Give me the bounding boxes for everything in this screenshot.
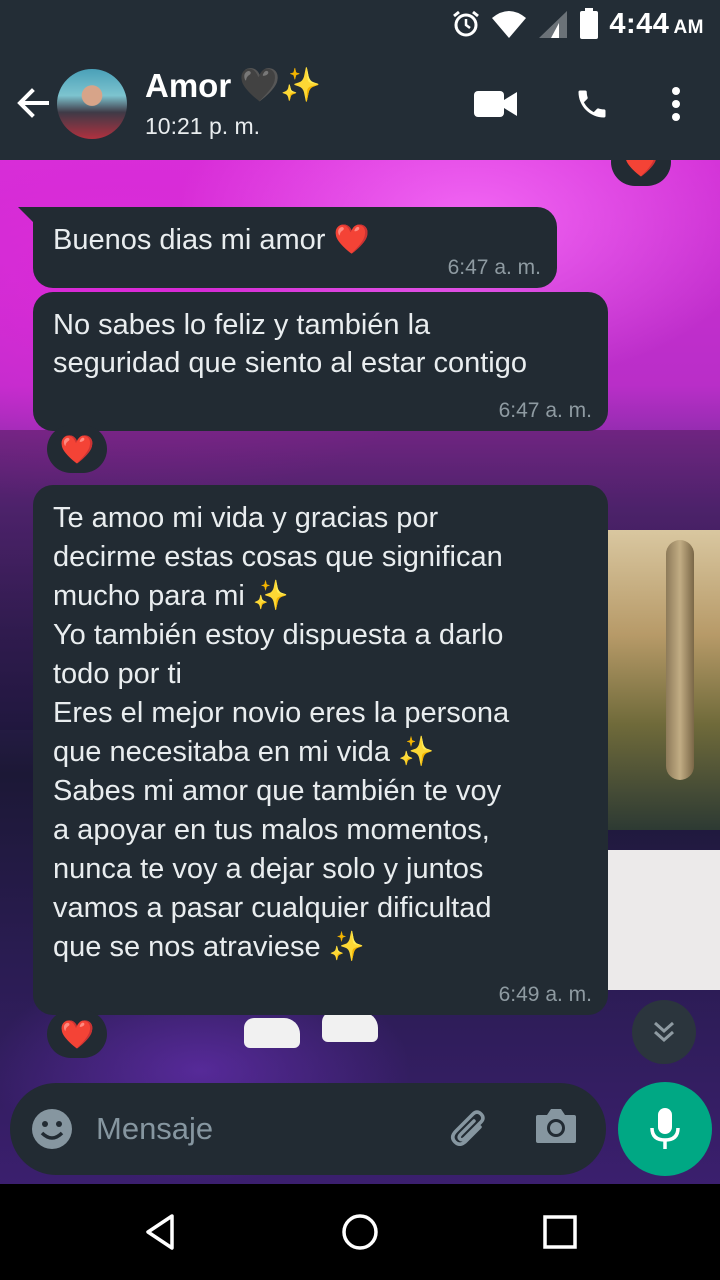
alarm-icon — [453, 10, 480, 37]
video-call-button[interactable] — [472, 80, 520, 128]
status-bar: 4:44 AM — [0, 0, 720, 48]
voice-record-button[interactable] — [618, 1082, 712, 1176]
more-options-button[interactable] — [652, 80, 700, 128]
wallpaper-sneaker — [244, 1018, 300, 1048]
back-button[interactable] — [12, 82, 54, 124]
signal-icon — [539, 11, 568, 38]
wallpaper-sneaker — [322, 1012, 378, 1042]
battery-icon — [580, 8, 599, 39]
wifi-icon — [492, 11, 527, 38]
reaction-emoji: ❤️ — [59, 1018, 95, 1050]
emoji-icon — [32, 1109, 72, 1149]
nav-back-icon — [146, 1214, 174, 1250]
mic-icon — [650, 1108, 680, 1149]
phone-icon — [578, 90, 606, 118]
reaction-emoji: ❤️ — [59, 433, 95, 465]
message-text: Te amoo mi vida y gracias por decirme es… — [53, 502, 510, 963]
voice-call-button[interactable] — [568, 80, 616, 128]
attach-icon — [451, 1110, 485, 1146]
last-seen: 10:21 p. m. — [145, 113, 261, 139]
nav-back-button[interactable] — [136, 1208, 184, 1256]
reaction-badge[interactable]: ❤️ — [47, 425, 107, 473]
double-chevron-down-icon — [654, 1021, 674, 1043]
contact-name-emojis: 🖤✨ — [239, 66, 322, 103]
message-composer — [10, 1083, 606, 1175]
reaction-badge[interactable]: ❤️ — [47, 1010, 107, 1058]
message-text: No sabes lo feliz y también la seguridad… — [53, 309, 527, 379]
message-time: 6:47 a. m. — [498, 399, 592, 422]
reaction-emoji: ❤️ — [623, 160, 659, 178]
back-arrow-icon — [17, 88, 49, 118]
message-text: Buenos dias mi amor ❤️ — [53, 224, 370, 256]
wallpaper-palm — [666, 540, 694, 780]
more-vert-icon — [672, 87, 680, 121]
status-icons: 4:44 AM — [451, 6, 704, 42]
clock-time: 4:44 — [609, 7, 670, 40]
bubble-tail — [18, 207, 34, 223]
nav-recents-icon — [543, 1215, 577, 1249]
message-bubble[interactable]: No sabes lo feliz y también la seguridad… — [33, 292, 608, 431]
camera-icon — [536, 1109, 576, 1143]
nav-recents-button[interactable] — [536, 1208, 584, 1256]
message-bubble[interactable]: Te amoo mi vida y gracias por decirme es… — [33, 485, 608, 1015]
message-bubble[interactable]: Buenos dias mi amor ❤️ 6:47 a. m. — [33, 207, 557, 288]
contact-avatar[interactable] — [57, 69, 127, 139]
message-time: 6:49 a. m. — [498, 983, 592, 1006]
chat-area[interactable]: ❤️ Buenos dias mi amor ❤️ 6:47 a. m. No … — [0, 160, 720, 1184]
nav-home-button[interactable] — [336, 1208, 384, 1256]
attach-button[interactable] — [446, 1105, 494, 1153]
clock: 4:44 AM — [609, 8, 704, 41]
contact-name: Amor 🖤✨ — [145, 66, 321, 105]
contact-info[interactable]: Amor 🖤✨ 10:21 p. m. — [145, 66, 321, 140]
chat-header: Amor 🖤✨ 10:21 p. m. — [0, 48, 720, 160]
message-time: 6:47 a. m. — [447, 256, 541, 279]
scroll-to-bottom-button[interactable] — [632, 1000, 696, 1064]
video-call-icon — [474, 91, 517, 117]
message-input[interactable] — [96, 1103, 426, 1155]
reaction-badge[interactable]: ❤️ — [611, 160, 671, 186]
contact-name-text: Amor — [145, 66, 232, 104]
nav-home-icon — [342, 1214, 378, 1250]
system-nav-bar — [0, 1184, 720, 1280]
camera-button[interactable] — [534, 1105, 582, 1153]
emoji-button[interactable] — [30, 1107, 74, 1151]
clock-ampm: AM — [673, 16, 704, 38]
wallpaper-diorama — [608, 530, 720, 830]
